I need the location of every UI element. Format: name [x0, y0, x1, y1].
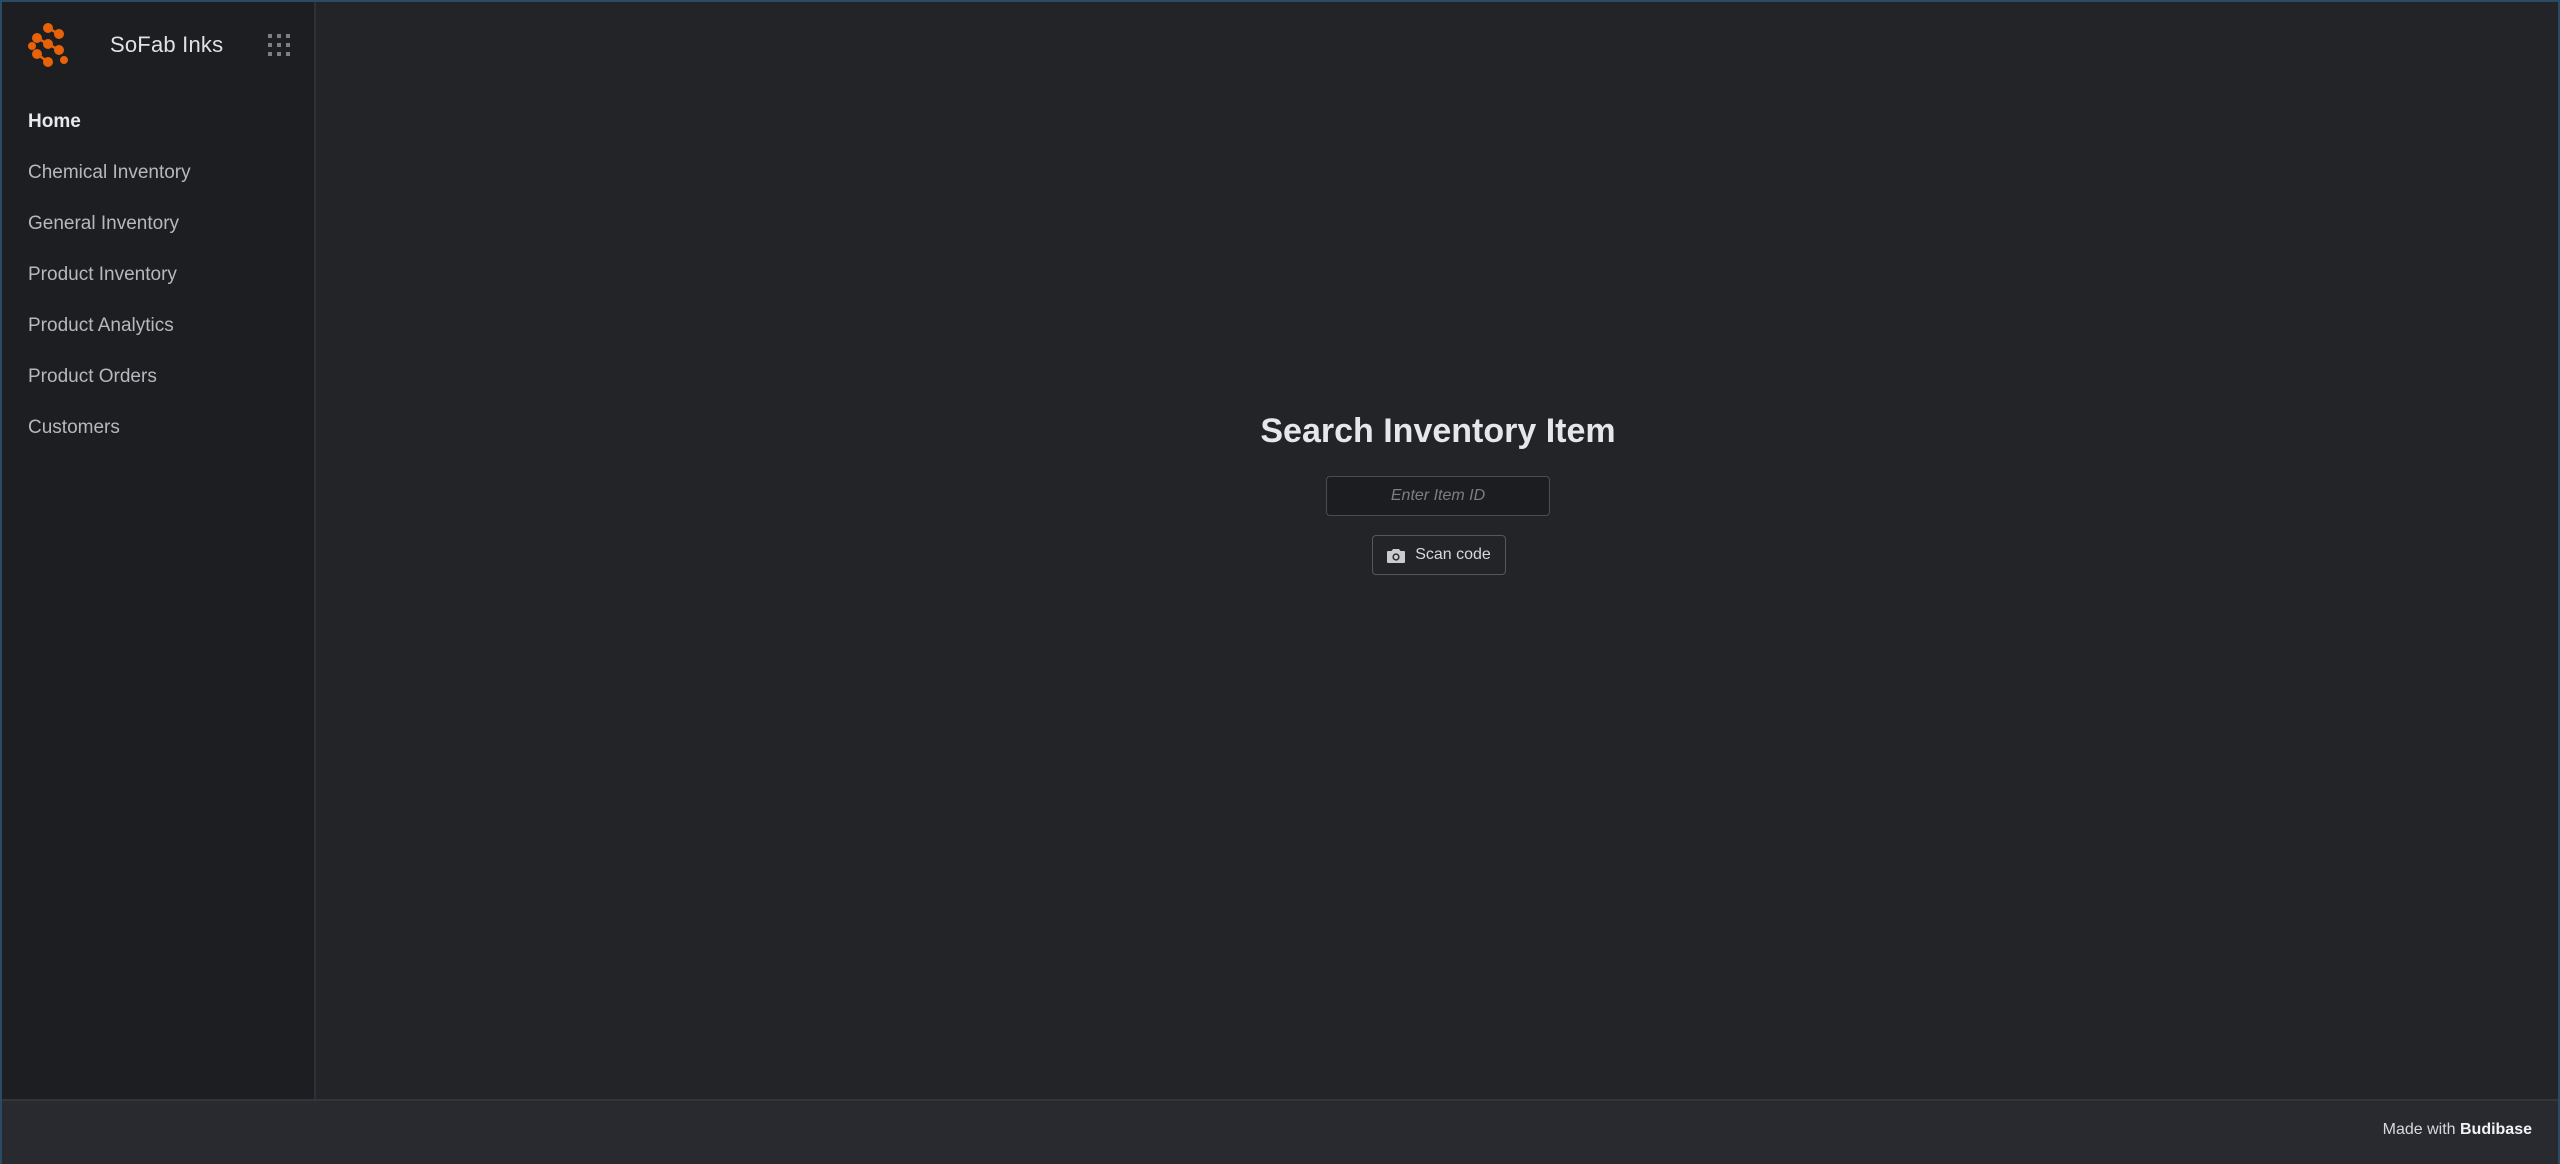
page-title: Search Inventory Item	[1260, 412, 1616, 450]
sidebar-item-customers[interactable]: Customers	[2, 402, 314, 453]
sidebar-item-general-inventory[interactable]: General Inventory	[2, 198, 314, 249]
sidebar-item-product-analytics[interactable]: Product Analytics	[2, 300, 314, 351]
sidebar-item-product-inventory[interactable]: Product Inventory	[2, 249, 314, 300]
app-window: SoFab Inks Home Chemical Inventory Gener	[0, 0, 2560, 1164]
main-content: Search Inventory Item Scan code	[318, 2, 2558, 1099]
brand-header: SoFab Inks	[26, 20, 302, 72]
sidebar-nav: Home Chemical Inventory General Inventor…	[2, 96, 314, 453]
scan-code-button[interactable]: Scan code	[1372, 535, 1506, 575]
scan-code-label: Scan code	[1415, 546, 1491, 563]
camera-icon	[1387, 548, 1406, 563]
grid-dots-icon[interactable]	[266, 32, 292, 58]
item-id-input[interactable]	[1326, 476, 1550, 516]
app-name: SoFab Inks	[110, 32, 224, 57]
sidebar: SoFab Inks Home Chemical Inventory Gener	[2, 2, 316, 1099]
budibase-brand: Budibase	[2459, 1121, 2532, 1138]
sidebar-item-chemical-inventory[interactable]: Chemical Inventory	[2, 147, 314, 198]
sidebar-item-home[interactable]: Home	[2, 96, 314, 147]
hex-cluster-logo-icon[interactable]	[26, 22, 70, 68]
made-with-badge[interactable]: Made with Budibase	[2383, 1121, 2532, 1139]
made-with-text: Made with	[2382, 1121, 2456, 1138]
footer: Made with Budibase	[2, 1099, 2558, 1164]
sidebar-item-product-orders[interactable]: Product Orders	[2, 351, 314, 402]
